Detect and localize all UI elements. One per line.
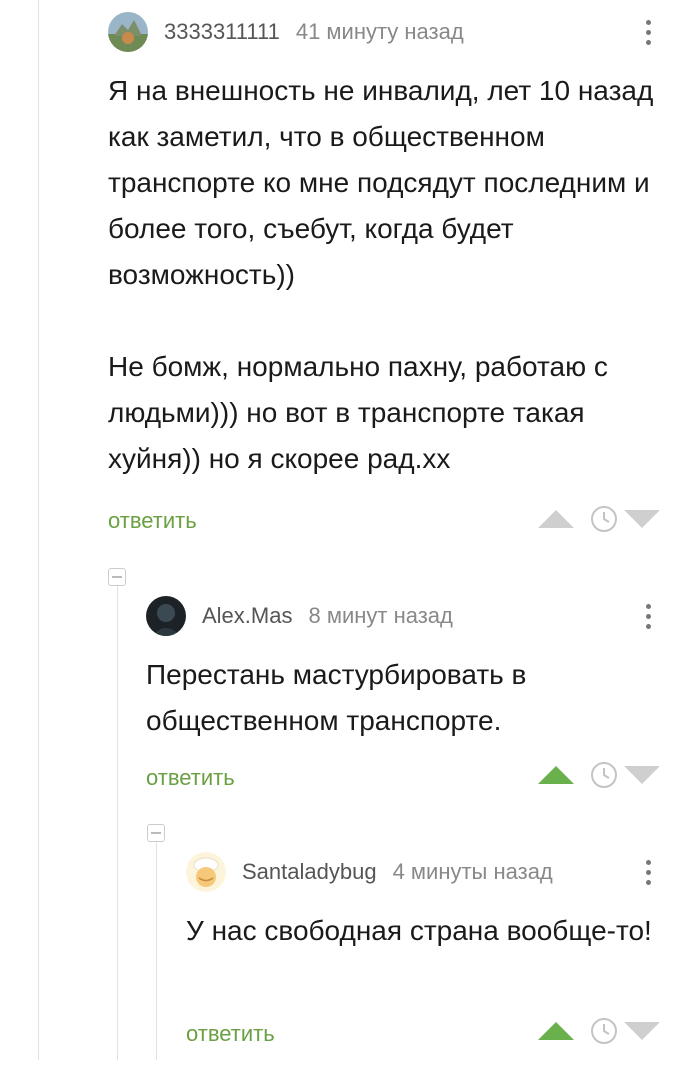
thread-line	[38, 0, 39, 1060]
comment-header: 3333311111 41 минуту назад	[108, 12, 464, 52]
more-options-icon[interactable]	[636, 12, 660, 52]
comment-text: Перестань мастурбировать в общественном …	[146, 652, 646, 744]
avatar[interactable]	[108, 12, 148, 52]
downvote-icon[interactable]	[624, 766, 660, 784]
upvote-icon[interactable]	[538, 510, 574, 528]
thread-line	[117, 585, 118, 1060]
comment-actions	[538, 761, 660, 789]
comment-paragraph: Не бомж, нормально пахну, работаю с людь…	[108, 351, 608, 474]
username[interactable]: 3333311111	[164, 19, 280, 45]
collapse-thread-icon[interactable]	[108, 568, 126, 586]
avatar[interactable]	[146, 596, 186, 636]
username[interactable]: Alex.Mas	[202, 603, 292, 629]
comment-paragraph: Перестань мастурбировать в общественном …	[146, 659, 527, 736]
timestamp[interactable]: 41 минуту назад	[296, 19, 464, 45]
reply-button[interactable]: ответить	[108, 508, 197, 534]
username[interactable]: Santaladybug	[242, 859, 377, 885]
avatar[interactable]	[186, 852, 226, 892]
upvote-icon[interactable]	[538, 766, 574, 784]
comment-text: У нас свободная страна вообще-то!	[186, 908, 670, 954]
reply-button[interactable]: ответить	[186, 1021, 275, 1047]
upvote-icon[interactable]	[538, 1022, 574, 1040]
thread-line	[156, 842, 157, 1060]
reply-button[interactable]: ответить	[146, 765, 235, 791]
collapse-thread-icon[interactable]	[147, 824, 165, 842]
comment-text: Я на внешность не инвалид, лет 10 назад …	[108, 68, 678, 482]
more-options-icon[interactable]	[636, 852, 660, 892]
clock-icon[interactable]	[590, 505, 618, 533]
downvote-icon[interactable]	[624, 1022, 660, 1040]
timestamp[interactable]: 8 минут назад	[308, 603, 452, 629]
downvote-icon[interactable]	[624, 510, 660, 528]
clock-icon[interactable]	[590, 1017, 618, 1045]
comment-paragraph: У нас свободная страна вообще-то!	[186, 915, 652, 946]
comment-actions	[538, 1017, 660, 1045]
clock-icon[interactable]	[590, 761, 618, 789]
comment-header: Alex.Mas 8 минут назад	[146, 596, 453, 636]
comment-actions	[538, 505, 660, 533]
comment-header: Santaladybug 4 минуты назад	[186, 852, 553, 892]
comment-paragraph: Я на внешность не инвалид, лет 10 назад …	[108, 75, 654, 290]
more-options-icon[interactable]	[636, 596, 660, 636]
timestamp[interactable]: 4 минуты назад	[393, 859, 553, 885]
